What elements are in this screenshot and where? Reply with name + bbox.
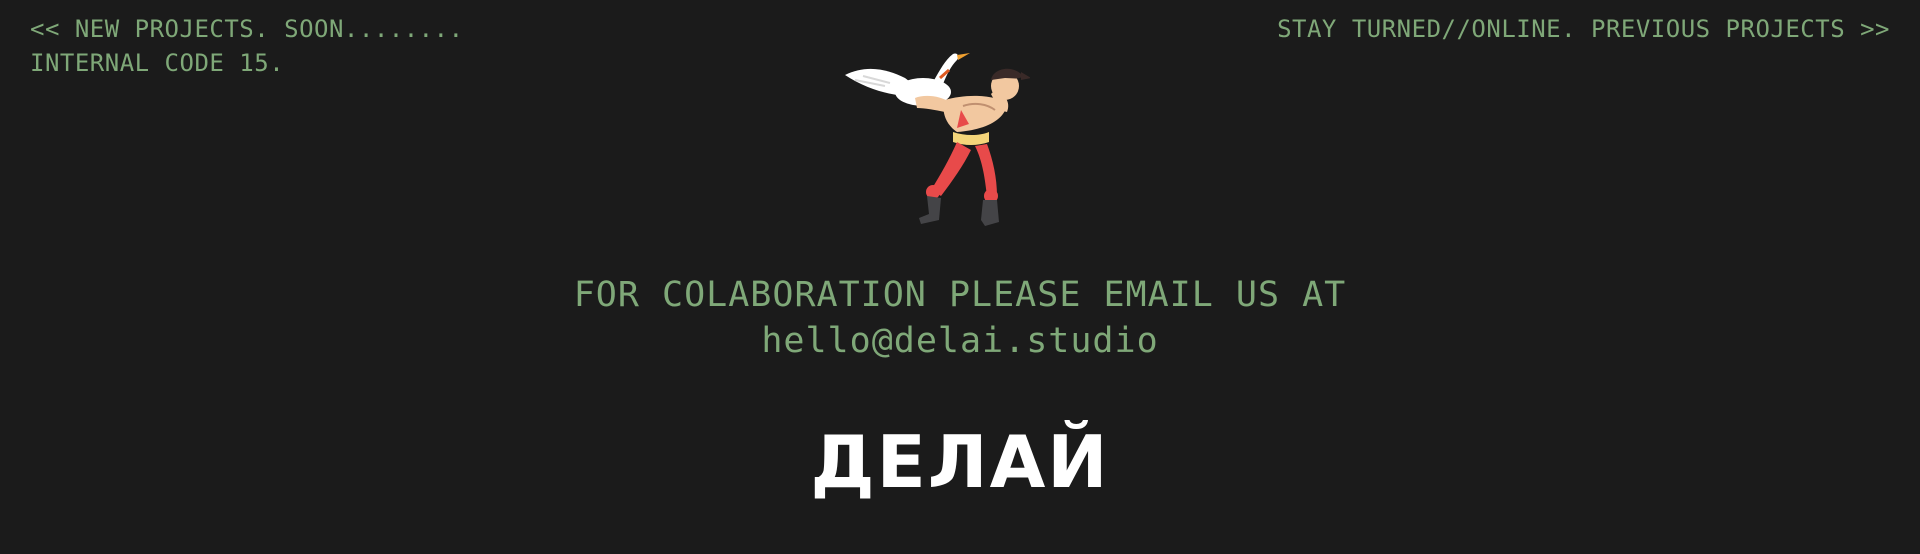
top-left-nav: << NEW PROJECTS. SOON........ INTERNAL C… xyxy=(30,12,464,80)
collaboration-text: FOR COLABORATION PLEASE EMAIL US AT xyxy=(573,275,1347,315)
email-link[interactable]: hello@delai.studio xyxy=(761,321,1158,361)
internal-code-label: INTERNAL CODE 15. xyxy=(30,49,285,77)
new-projects-link[interactable]: << NEW PROJECTS. SOON........ xyxy=(30,12,464,46)
mascot-illustration-icon xyxy=(845,50,1031,235)
previous-projects-link[interactable]: STAY TURNED//ONLINE. PREVIOUS PROJECTS >… xyxy=(1277,12,1890,46)
top-right-nav: STAY TURNED//ONLINE. PREVIOUS PROJECTS >… xyxy=(1277,12,1890,46)
brand-logo: ДЕЛАЙ xyxy=(810,420,1110,504)
collaboration-message: FOR COLABORATION PLEASE EMAIL US AT hell… xyxy=(0,272,1920,364)
